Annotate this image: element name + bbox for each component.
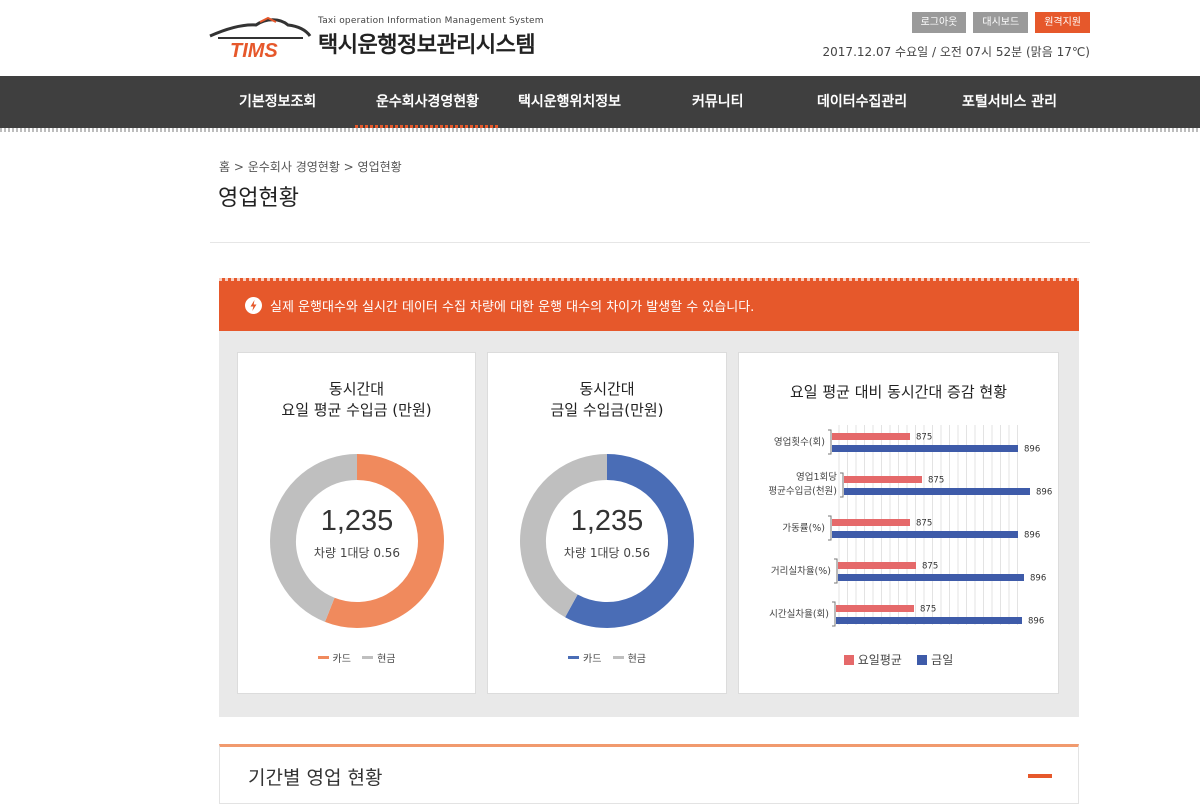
notice-text: 실제 운행대수와 실시간 데이터 수집 차량에 대한 운행 대수의 차이가 발생… bbox=[270, 300, 755, 315]
nav-item-basic-info[interactable]: 기본정보조회 bbox=[239, 76, 316, 128]
notice-banner: 실제 운행대수와 실시간 데이터 수집 차량에 대한 운행 대수의 차이가 발생… bbox=[219, 278, 1079, 331]
legend-item-weekday-avg: 요일평균 bbox=[843, 653, 902, 667]
page-title: 영업현황 bbox=[218, 186, 299, 211]
card-title-line2: 요일 평균 수입금 (만원) bbox=[281, 401, 432, 419]
legend-item-cash: 현금 bbox=[612, 650, 646, 665]
donut-chart: 1,235 차량 1대당 0.56 bbox=[269, 453, 445, 629]
bar-value-label: 875 bbox=[916, 519, 932, 529]
bar-today bbox=[832, 531, 1018, 538]
chart-legend: 카드 현금 bbox=[488, 650, 726, 665]
collapse-toggle-icon[interactable] bbox=[1028, 774, 1052, 778]
site-title: 택시운행정보관리시스템 bbox=[318, 33, 536, 58]
category-bracket bbox=[828, 429, 832, 455]
donut-value: 1,235 bbox=[320, 505, 394, 537]
category-bracket bbox=[840, 472, 844, 498]
bar-chart-legend: 요일평균 금일 bbox=[739, 651, 1058, 668]
logo-text: TIMS bbox=[230, 40, 278, 60]
category-label: 가동률(%) bbox=[782, 523, 825, 534]
nav-item-portal-admin[interactable]: 포털서비스 관리 bbox=[962, 76, 1057, 128]
donut-subtext: 차량 1대당 0.56 bbox=[563, 546, 651, 560]
category-label: 거리실차율(%) bbox=[771, 565, 831, 577]
card-title: 동시간대 요일 평균 수입금 (만원) bbox=[238, 379, 475, 421]
card-title-line1: 동시간대 bbox=[579, 380, 635, 398]
nav-item-data-collection[interactable]: 데이터수집관리 bbox=[817, 76, 907, 128]
bar-weekday-avg bbox=[844, 476, 922, 483]
bar-today bbox=[836, 617, 1022, 624]
donut-chart: 1,235 차량 1대당 0.56 bbox=[519, 453, 695, 629]
bar-value-label: 896 bbox=[1036, 488, 1052, 498]
bar-chart: 영업횟수(회) 875 896 영업1회당평균수입금(천원) 875 896 가동률(%) 8… bbox=[768, 425, 1052, 627]
bar-value-label: 875 bbox=[928, 476, 944, 486]
today-revenue-card: 동시간대 금일 수입금(만원) 1,235 차량 1대당 0.56 카드 현금 bbox=[487, 352, 727, 694]
bar-value-label: 896 bbox=[1024, 445, 1040, 455]
card-title-line1: 동시간대 bbox=[328, 380, 385, 398]
category-label: 영업1회당 bbox=[796, 471, 837, 483]
chart-legend: 카드 현금 bbox=[238, 650, 475, 665]
nav-item-taxi-location[interactable]: 택시운행위치정보 bbox=[518, 76, 621, 128]
card-title: 동시간대 금일 수입금(만원) bbox=[488, 379, 726, 421]
main-nav: 기본정보조회 운수회사경영현황 택시운행위치정보 커뮤니티 데이터수집관리 포털… bbox=[0, 76, 1200, 128]
lightning-icon bbox=[245, 297, 262, 314]
category-bracket bbox=[828, 515, 832, 541]
comparison-bar-card: 요일 평균 대비 동시간대 증감 현황 영업횟수(회) 875 896 영업1회당 평균… bbox=[738, 352, 1059, 694]
remote-support-button[interactable]: 원격지원 bbox=[1035, 12, 1090, 33]
dashboard-panel: 실제 운행대수와 실시간 데이터 수집 차량에 대한 운행 대수의 차이가 발생… bbox=[219, 278, 1079, 717]
top-buttons: 로그아웃 대시보드 원격지원 bbox=[911, 12, 1090, 33]
donut-subtext: 차량 1대당 0.56 bbox=[313, 546, 401, 560]
category-label: 영업횟수(회) bbox=[774, 436, 825, 448]
logo-subtitle: Taxi operation Information Management Sy… bbox=[318, 16, 544, 26]
bar-weekday-avg bbox=[838, 562, 916, 569]
header: TIMS Taxi operation Information Manageme… bbox=[0, 0, 1200, 76]
bar-value-label: 875 bbox=[920, 605, 936, 615]
donut-value: 1,235 bbox=[570, 505, 644, 537]
bar-value-label: 896 bbox=[1024, 531, 1040, 541]
title-divider bbox=[210, 242, 1090, 243]
bar-today bbox=[838, 574, 1024, 581]
bar-today bbox=[832, 445, 1018, 452]
logout-button[interactable]: 로그아웃 bbox=[911, 12, 967, 33]
bar-today bbox=[844, 488, 1030, 495]
legend-item-card: 카드 bbox=[317, 650, 351, 665]
avg-revenue-card: 동시간대 요일 평균 수입금 (만원) 1,235 차량 1대당 0.56 카드… bbox=[237, 352, 476, 694]
category-label: 시간실차율(회) bbox=[769, 608, 829, 620]
legend-item-today: 금일 bbox=[917, 653, 953, 667]
section-title: 기간별 영업 현황 bbox=[248, 767, 383, 789]
bar-value-label: 875 bbox=[922, 562, 938, 572]
nav-divider bbox=[0, 128, 1200, 132]
date-weather: 2017.12.07 수요일 / 오전 07시 52분 (맑음 17℃) bbox=[822, 45, 1090, 59]
card-title-line2: 금일 수입금(만원) bbox=[550, 401, 664, 419]
category-label: 평균수입금(천원) bbox=[768, 485, 837, 497]
legend-item-card: 카드 bbox=[568, 650, 601, 665]
taxi-logo-icon: TIMS bbox=[209, 16, 312, 60]
logo[interactable]: TIMS Taxi operation Information Manageme… bbox=[208, 14, 568, 64]
bar-weekday-avg bbox=[832, 433, 910, 440]
period-sales-section: 기간별 영업 현황 bbox=[219, 744, 1079, 804]
category-bracket bbox=[834, 558, 838, 584]
nav-item-company-management[interactable]: 운수회사경영현황 bbox=[355, 76, 500, 128]
bar-weekday-avg bbox=[836, 605, 914, 612]
legend-item-cash: 현금 bbox=[362, 650, 396, 665]
bar-value-label: 875 bbox=[916, 433, 932, 443]
bar-value-label: 896 bbox=[1028, 617, 1044, 627]
nav-item-community[interactable]: 커뮤니티 bbox=[692, 76, 744, 128]
bar-value-label: 896 bbox=[1030, 574, 1046, 584]
dashboard-button[interactable]: 대시보드 bbox=[973, 12, 1029, 33]
category-bracket bbox=[832, 601, 836, 627]
breadcrumb: 홈 > 운수회사 경영현황 > 영업현황 bbox=[219, 160, 402, 174]
bar-weekday-avg bbox=[832, 519, 910, 526]
